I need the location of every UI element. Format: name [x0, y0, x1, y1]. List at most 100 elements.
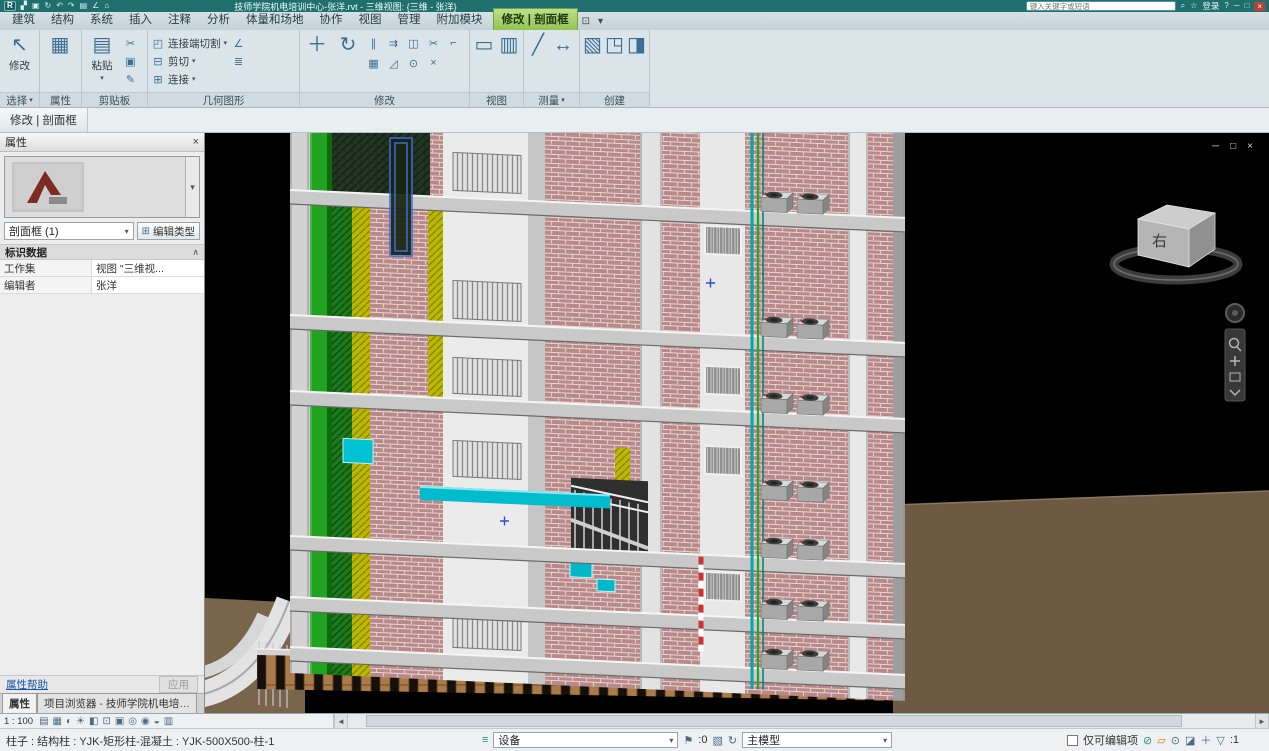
edit-type-button[interactable]: ⊞ 编辑类型: [137, 222, 200, 240]
hide-elements-button[interactable]: ▥: [498, 33, 520, 57]
building-model[interactable]: [290, 133, 905, 701]
crop-icon[interactable]: ⊡: [102, 715, 110, 728]
trim-icon[interactable]: ⌐: [445, 35, 462, 51]
dimension-button[interactable]: ↔: [552, 33, 574, 57]
type-selector[interactable]: ▾: [4, 156, 200, 218]
filter-icon[interactable]: ▽: [1216, 734, 1224, 747]
mirror-icon[interactable]: ◫: [405, 35, 422, 51]
ribbon-tab-analyze[interactable]: 分析: [199, 9, 238, 30]
delete-icon[interactable]: ×: [425, 55, 442, 71]
design-option-select[interactable]: 主模型 ▾: [742, 732, 892, 748]
scroll-left-icon[interactable]: ◄: [334, 714, 348, 728]
select-pinned-icon[interactable]: ⊙: [1171, 734, 1180, 747]
close-icon[interactable]: ×: [193, 136, 199, 148]
cut-icon[interactable]: ✂: [122, 35, 139, 51]
restore-icon[interactable]: □: [1244, 1, 1249, 11]
cut-geometry-button[interactable]: ⊟ 剪切 ▾: [151, 53, 227, 69]
drawing-area[interactable]: 右 ─ □ ×: [205, 133, 1269, 713]
drag-on-selection-icon[interactable]: ＋: [1200, 732, 1211, 748]
property-value[interactable]: 视图 "三维视...: [92, 260, 204, 276]
property-value[interactable]: 张洋: [92, 277, 204, 293]
chevron-down-icon[interactable]: ▾: [594, 14, 607, 30]
join-cut-button[interactable]: ◰ 连接端切割 ▾: [151, 35, 227, 51]
join-geometry-button[interactable]: ⊞ 连接 ▾: [151, 71, 227, 87]
panel-label-view[interactable]: 视图: [470, 92, 523, 107]
beam-join-icon[interactable]: ∠: [230, 35, 247, 51]
scale-icon[interactable]: ◿: [385, 55, 402, 71]
ribbon-tab-modify-section-box[interactable]: 修改 | 剖面框: [493, 8, 578, 30]
3d-model-view[interactable]: 右: [205, 133, 1269, 713]
editing-requests-icon[interactable]: ⚑: [683, 734, 693, 747]
properties-header[interactable]: 属性 ×: [0, 133, 204, 152]
measure-button[interactable]: ╱: [527, 33, 549, 57]
create-component-button[interactable]: ◨: [627, 33, 646, 57]
close-icon[interactable]: ×: [1254, 2, 1265, 11]
show-crop-icon[interactable]: ▣: [115, 715, 124, 728]
create-group-button[interactable]: ▧: [583, 33, 602, 57]
active-workset-select[interactable]: 设备 ▾: [493, 732, 678, 748]
panel-label-create[interactable]: 创建: [580, 92, 649, 107]
rotate-button[interactable]: ↻: [334, 33, 362, 57]
type-filter-select[interactable]: 剖面框 (1) ▾: [4, 222, 134, 240]
create-similar-button[interactable]: ◳: [605, 33, 624, 57]
tab-properties[interactable]: 属性: [2, 693, 37, 713]
ribbon-overflow-icon[interactable]: ⊡: [578, 14, 594, 30]
scroll-right-icon[interactable]: ►: [1255, 714, 1269, 728]
panel-label-modify[interactable]: 修改: [300, 92, 469, 107]
search-input[interactable]: [1026, 1, 1176, 11]
editable-only-checkbox[interactable]: [1067, 735, 1078, 746]
wall-join-icon[interactable]: ≣: [230, 53, 247, 69]
worksharing-display-icon[interactable]: ◒: [154, 715, 160, 728]
worksets-dialog-icon[interactable]: ▧: [712, 734, 722, 747]
sun-icon[interactable]: ☀: [76, 715, 85, 728]
ribbon-tab-architecture[interactable]: 建筑: [4, 9, 43, 30]
ribbon-tab-structure[interactable]: 结构: [43, 9, 82, 30]
thin-lines-button[interactable]: ▭: [473, 33, 495, 57]
shadows-icon[interactable]: ◧: [89, 715, 98, 728]
temp-view-icon[interactable]: ▥: [164, 715, 173, 728]
select-by-face-icon[interactable]: ◪: [1185, 734, 1195, 747]
scrollbar-track[interactable]: [348, 714, 1255, 728]
hide-isolate-icon[interactable]: ◎: [128, 715, 137, 728]
minimize-icon[interactable]: ─: [1234, 1, 1240, 11]
horizontal-scrollbar[interactable]: ◄ ►: [334, 714, 1269, 728]
ribbon-tab-massing-site[interactable]: 体量和场地: [238, 9, 312, 30]
modify-button[interactable]: ↖ 修改: [3, 33, 36, 73]
align-icon[interactable]: ∥: [365, 35, 382, 51]
panel-label-properties[interactable]: 属性: [40, 92, 81, 107]
minimize-icon[interactable]: ─: [1212, 141, 1219, 152]
ribbon-tab-collaborate[interactable]: 协作: [312, 9, 351, 30]
paper-size-icon[interactable]: ▤: [39, 715, 48, 728]
active-workset-icon[interactable]: ≡: [482, 734, 488, 746]
select-links-icon[interactable]: ⊘: [1143, 734, 1152, 747]
panel-label-measure[interactable]: 测量 ▾: [524, 92, 579, 107]
visual-style-icon[interactable]: ◐: [66, 715, 72, 728]
ribbon-tab-view[interactable]: 视图: [351, 9, 390, 30]
reload-latest-icon[interactable]: ↻: [728, 734, 737, 747]
panel-label-clipboard[interactable]: 剪贴板: [82, 92, 147, 107]
view-scale[interactable]: 1 : 100: [4, 716, 33, 727]
search-icon[interactable]: ⌕: [1181, 1, 1185, 11]
move-button[interactable]: ＋: [303, 33, 331, 57]
paste-button[interactable]: ▤ 粘贴 ▾: [85, 33, 119, 82]
properties-help-link[interactable]: 属性帮助: [6, 677, 48, 692]
ribbon-tab-insert[interactable]: 插入: [121, 9, 160, 30]
split-icon[interactable]: ✂: [425, 35, 442, 51]
help-icon[interactable]: ?: [1224, 1, 1228, 11]
match-type-icon[interactable]: ✎: [122, 71, 139, 87]
reveal-hidden-icon[interactable]: ◉: [141, 715, 150, 728]
scrollbar-thumb[interactable]: [366, 715, 1182, 727]
login-label[interactable]: 登录: [1202, 0, 1219, 12]
detail-level-icon[interactable]: ▦: [53, 715, 62, 728]
offset-icon[interactable]: ⇉: [385, 35, 402, 51]
panel-label-select[interactable]: 选择 ▾: [0, 92, 39, 107]
selected-section-box[interactable]: [390, 138, 412, 256]
close-icon[interactable]: ×: [1247, 141, 1253, 152]
group-identity-data[interactable]: 标识数据 ∧: [0, 244, 204, 260]
ribbon-tab-systems[interactable]: 系统: [82, 9, 121, 30]
collapse-icon[interactable]: ∧: [192, 247, 199, 258]
star-icon[interactable]: ☆: [1190, 1, 1197, 11]
navigation-bar[interactable]: [1225, 304, 1245, 401]
chevron-down-icon[interactable]: ▾: [185, 157, 199, 217]
pin-icon[interactable]: ⊙: [405, 55, 422, 71]
